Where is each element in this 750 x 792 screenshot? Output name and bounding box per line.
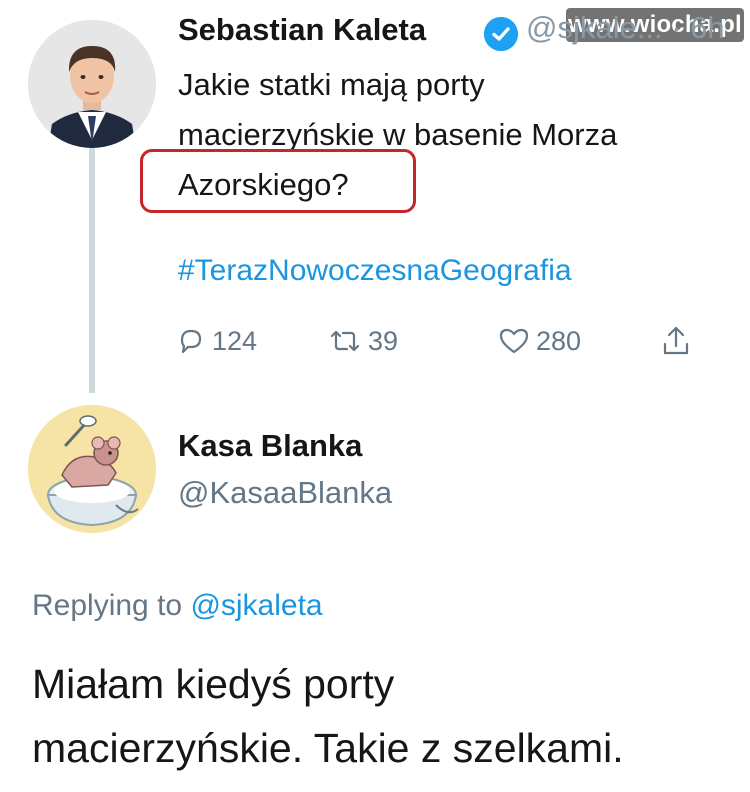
like-count: 280 [536,325,582,356]
share-button[interactable] [660,321,698,361]
avatar[interactable] [28,405,156,533]
highlight-annotation [140,149,416,213]
tweet-actions: 124 39 280 [176,321,706,361]
verified-badge-icon [484,17,518,51]
replying-to-label: Replying to [32,589,183,622]
reply-text-line: macierzyńskie. Takie z szelkami. [32,725,624,771]
retweet-button[interactable]: 39 [328,321,398,361]
reply-icon [180,329,202,354]
retweet-icon [330,330,360,352]
tweet-text-line: Jakie statki mają porty [178,67,485,102]
reply-author-name[interactable]: Kasa Blanka [178,428,362,464]
author-name[interactable]: Sebastian Kaleta [178,12,426,48]
author-handle[interactable]: @sjkale... · 6h [526,10,725,46]
thread-connector-line [89,148,95,393]
hashtag-link[interactable]: #TerazNowoczesnaGeografia [178,254,572,288]
reply-button[interactable]: 124 [176,321,257,361]
replying-to-line: Replying to @sjkaleta [32,589,323,623]
reply-count: 124 [212,325,258,356]
reply-text-line: Miałam kiedyś porty [32,661,395,707]
heart-icon [499,328,529,354]
retweet-count: 39 [368,325,399,356]
reply-text: Miałam kiedyś porty macierzyńskie. Takie… [32,652,732,780]
avatar[interactable] [28,20,156,148]
replying-to-mention[interactable]: @sjkaleta [190,589,322,622]
reply-author-handle[interactable]: @KasaaBlanka [178,475,392,511]
share-icon [663,326,689,355]
like-button[interactable]: 280 [498,321,581,361]
